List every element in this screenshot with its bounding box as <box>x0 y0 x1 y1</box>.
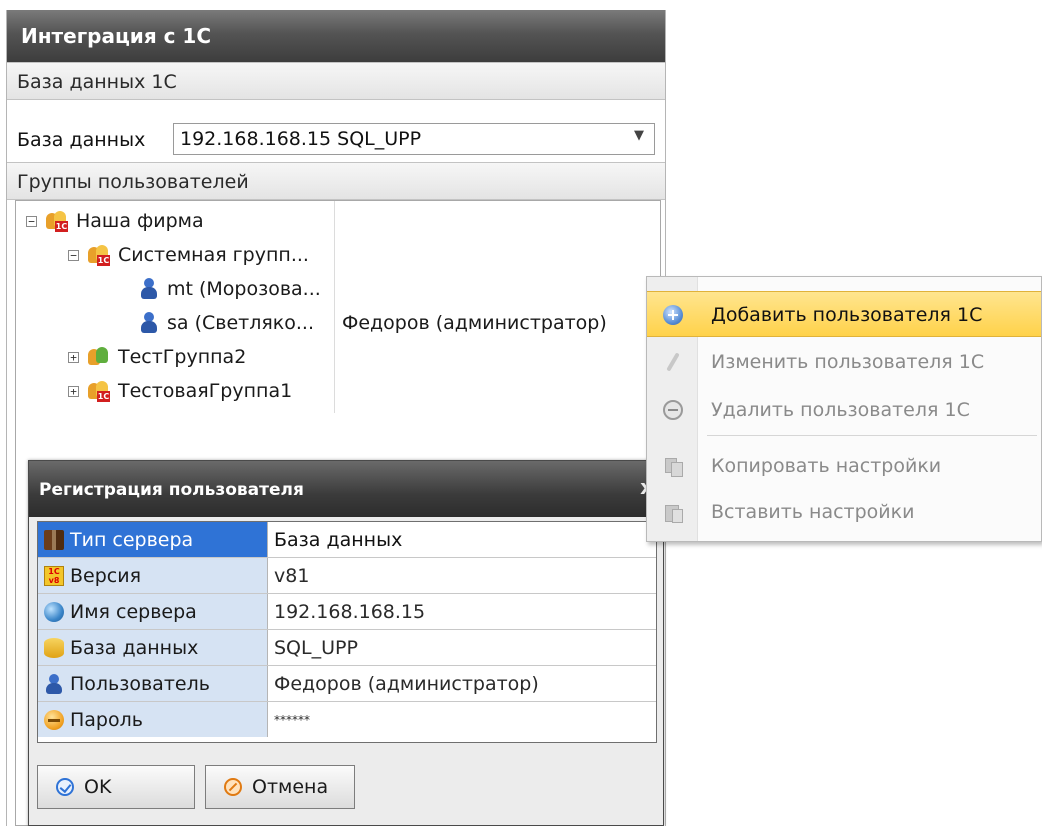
property-row-server-type[interactable]: Тип сервера База данных <box>38 522 656 558</box>
menu-item-label: Вставить настройки <box>711 501 915 523</box>
property-value[interactable]: Федоров (администратор) <box>274 666 539 701</box>
menu-item-label: Удалить пользователя 1С <box>711 399 970 421</box>
chevron-down-icon[interactable]: ▼ <box>634 128 644 143</box>
groups-section-header: Группы пользователей <box>7 162 665 200</box>
expand-icon[interactable]: + <box>68 385 79 397</box>
property-name: База данных <box>38 630 268 665</box>
db-section-header: База данных 1С <box>7 62 665 100</box>
property-value[interactable]: 192.168.168.15 <box>274 594 425 629</box>
pencil-icon <box>663 352 683 372</box>
tree-node-label: ТестоваяГруппа1 <box>118 380 293 402</box>
tree-node-label: sa (Светляко... <box>167 312 315 334</box>
expand-icon[interactable]: + <box>68 351 79 363</box>
menu-item-delete-user[interactable]: Удалить пользователя 1С <box>647 387 1041 433</box>
tree-node-label: Системная групп... <box>118 244 309 266</box>
database-icon <box>44 637 64 658</box>
tree-node-root[interactable]: − 1C Наша фирма <box>26 205 204 237</box>
property-name-text: Тип сервера <box>70 528 194 551</box>
ok-button[interactable]: OK <box>37 765 195 809</box>
cancel-button[interactable]: Отмена <box>205 765 355 809</box>
context-menu: Добавить пользователя 1С Изменить пользо… <box>646 276 1042 542</box>
password-key-icon <box>44 709 64 730</box>
db-select-value: 192.168.168.15 SQL_UPP <box>180 128 422 150</box>
property-name-text: База данных <box>70 636 199 659</box>
property-row-password[interactable]: Пароль ****** <box>38 702 656 738</box>
property-name-text: Имя сервера <box>70 600 197 623</box>
cancel-icon <box>224 778 242 796</box>
user-group-1c-icon: 1C <box>88 244 110 266</box>
user-icon <box>140 312 158 334</box>
tree-node-group2[interactable]: + ТестГруппа2 <box>68 341 246 373</box>
1c-version-icon: 1C v8 <box>44 565 64 586</box>
collapse-icon[interactable]: − <box>68 249 79 261</box>
property-name-text: Версия <box>70 564 142 587</box>
property-name: Пароль <box>38 702 268 737</box>
tree-node-user-mt[interactable]: mt (Морозова... <box>140 273 321 305</box>
property-name: 1C v8 Версия <box>38 558 268 593</box>
copy-icon <box>663 456 683 477</box>
tree-node-label: mt (Морозова... <box>167 278 321 300</box>
user-group-1c-icon: 1C <box>88 380 110 402</box>
property-row-database[interactable]: База данных SQL_UPP <box>38 630 656 666</box>
property-grid: Тип сервера База данных 1C v8 Версия v81 … <box>37 521 657 743</box>
collapse-icon[interactable]: − <box>26 215 37 227</box>
user-registration-dialog: Регистрация пользователя x Тип сервера Б… <box>28 460 664 826</box>
assigned-user-label: Федоров (администратор) <box>342 312 607 334</box>
user-group-1c-icon: 1C <box>46 210 68 232</box>
property-name: Имя сервера <box>38 594 268 629</box>
dialog-title: Регистрация пользователя <box>29 461 663 517</box>
property-value[interactable]: База данных <box>274 522 402 557</box>
property-name: Пользователь <box>38 666 268 701</box>
db-row: База данных 192.168.168.15 SQL_UPP ▼ <box>7 116 665 162</box>
user-icon <box>140 278 158 300</box>
property-name-text: Пользователь <box>70 672 210 695</box>
property-name-text: Пароль <box>70 708 143 731</box>
user-icon <box>44 673 64 694</box>
property-row-user[interactable]: Пользователь Федоров (администратор) <box>38 666 656 702</box>
ok-button-label: OK <box>84 776 112 798</box>
user-group-icon <box>88 346 110 368</box>
tree-node-label: Наша фирма <box>76 210 204 232</box>
remove-icon <box>663 400 683 420</box>
property-row-server-name[interactable]: Имя сервера 192.168.168.15 <box>38 594 656 630</box>
menu-item-paste-settings[interactable]: Вставить настройки <box>647 489 1041 535</box>
cancel-button-label: Отмена <box>252 776 329 798</box>
panel-title: Интеграция с 1С <box>7 10 665 62</box>
menu-item-label: Добавить пользователя 1С <box>711 304 983 326</box>
menu-item-add-user[interactable]: Добавить пользователя 1С <box>647 291 1041 337</box>
dialog-title-text: Регистрация пользователя <box>39 480 304 500</box>
property-row-version[interactable]: 1C v8 Версия v81 <box>38 558 656 594</box>
menu-item-label: Копировать настройки <box>711 455 942 477</box>
tree-node-user-sa[interactable]: sa (Светляко... <box>140 307 314 339</box>
db-label: База данных <box>17 129 146 151</box>
menu-separator <box>707 435 1037 436</box>
check-icon <box>56 778 74 796</box>
network-globe-icon <box>44 601 64 622</box>
db-select[interactable]: 192.168.168.15 SQL_UPP ▼ <box>173 123 655 155</box>
property-value[interactable]: SQL_UPP <box>274 630 358 665</box>
tree-node-group1[interactable]: + 1C ТестоваяГруппа1 <box>68 375 292 407</box>
property-value[interactable]: v81 <box>274 558 309 593</box>
tree-node-system-group[interactable]: − 1C Системная групп... <box>68 239 309 271</box>
paste-icon <box>663 502 683 523</box>
property-value[interactable]: ****** <box>274 702 310 737</box>
server-icon <box>44 529 64 550</box>
menu-item-edit-user[interactable]: Изменить пользователя 1С <box>647 339 1041 385</box>
menu-item-label: Изменить пользователя 1С <box>711 351 985 373</box>
menu-item-copy-settings[interactable]: Копировать настройки <box>647 443 1041 489</box>
tree-node-label: ТестГруппа2 <box>118 346 247 368</box>
assigned-user-value: Федоров (администратор) <box>334 307 607 339</box>
add-icon <box>663 305 683 325</box>
property-name: Тип сервера <box>38 522 268 557</box>
